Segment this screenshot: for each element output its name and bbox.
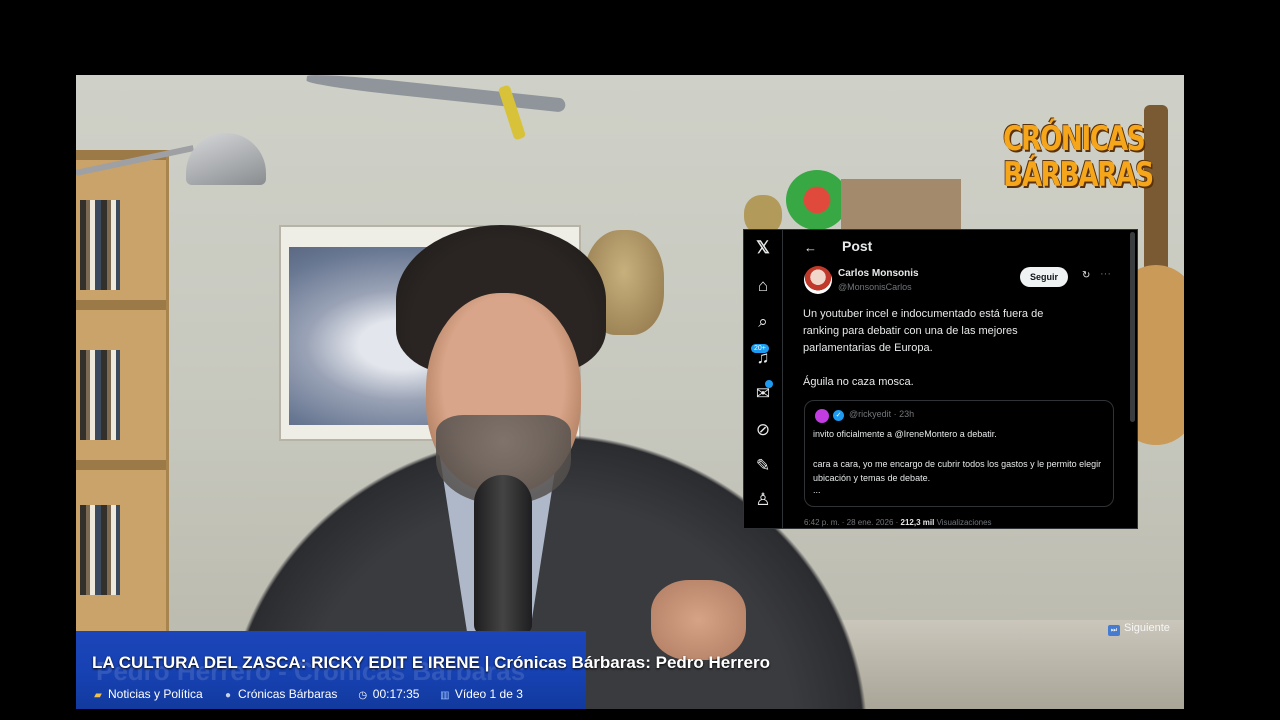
x-sidebar: 𝕏 ⌂ ⌕ 20+ ♫ ✉ ⊘ ✎ ♙: [744, 230, 783, 528]
category-label: Noticias y Política: [108, 687, 203, 701]
compose-icon: ✎: [755, 456, 771, 475]
x-post-overlay: 𝕏 ⌂ ⌕ 20+ ♫ ✉ ⊘ ✎ ♙ ← Post Carlos Monson…: [743, 229, 1138, 529]
stopwatch-icon: ◷: [358, 690, 368, 701]
logo-line-2: BÁRBARAS: [1003, 155, 1154, 195]
presenter-hand: [651, 580, 746, 660]
wall-sabre: [305, 75, 567, 113]
more-options-icon: ···: [1100, 268, 1111, 280]
post-text-second: Águila no caza mosca.: [803, 376, 914, 388]
books: [80, 505, 120, 595]
video-meta-row: ▰ Noticias y Política ● Crónicas Bárbaras …: [92, 687, 539, 701]
quoted-ellipsis: ...: [813, 485, 821, 495]
folder-icon: ▰: [94, 690, 102, 701]
back-arrow-icon: ←: [804, 240, 817, 255]
sabre-hilt: [497, 84, 527, 141]
notifications-icon: ♫: [756, 348, 770, 367]
user-icon: ●: [225, 690, 232, 701]
logo-line-1: CRÓNICAS: [1003, 119, 1146, 159]
channel-label: Crónicas Bárbaras: [238, 687, 338, 701]
quoted-meta: @rickyedit · 23h: [849, 409, 915, 419]
next-label: Siguiente: [1124, 622, 1170, 634]
shelf: [76, 460, 166, 470]
playlist-position: ▥ Vídeo 1 de 3: [439, 687, 523, 701]
books: [80, 200, 120, 290]
author-name: Carlos Monsonis: [838, 268, 919, 279]
playlist-position-label: Vídeo 1 de 3: [454, 687, 523, 701]
post-views-label: Visualizaciones: [936, 518, 992, 527]
video-title: LA CULTURA DEL ZASCA: RICKY EDIT E IRENE…: [92, 653, 770, 672]
desk-lamp: [186, 133, 266, 185]
channel: ● Crónicas Bárbaras: [222, 687, 337, 701]
refresh-icon: ↻: [1082, 270, 1091, 281]
post-scrollbar: [1130, 232, 1135, 422]
verified-icon: ✓: [833, 410, 844, 421]
author-avatar: [804, 266, 832, 294]
bookshelf: [76, 150, 169, 705]
category: ▰ Noticias y Política: [92, 687, 203, 701]
messages-badge-dot: [765, 380, 773, 388]
author-handle: @MonsonisCarlos: [838, 282, 912, 292]
follow-button: Seguir: [1020, 267, 1069, 287]
quoted-text-line2: cara a cara, yo me encargo de cubrir tod…: [813, 459, 1102, 483]
quoted-text-line1: invito oficialmente a @IreneMontero a de…: [813, 429, 997, 439]
home-icon: ⌂: [757, 276, 769, 295]
post-header-title: Post: [842, 238, 873, 254]
piranha-plant-figure: [786, 170, 848, 230]
duration-label: 00:17:35: [372, 687, 420, 701]
quoted-avatar: [815, 409, 829, 423]
duration: ◷ 00:17:35: [357, 687, 420, 701]
microphone: [474, 475, 532, 635]
post-footer: 6:42 p. m. · 28 ene. 2026 · 212,3 mil Vi…: [804, 518, 992, 527]
video-frame[interactable]: CRÓNICAS BÁRBARAS 𝕏 ⌂ ⌕ 20+ ♫ ✉ ⊘ ✎ ♙ ← …: [76, 75, 1184, 709]
quoted-post: ✓ @rickyedit · 23h invito oficialmente a…: [804, 400, 1114, 507]
books: [80, 350, 120, 440]
x-logo-icon: 𝕏: [756, 238, 770, 257]
next-video-button[interactable]: ⏭ Siguiente: [1108, 622, 1170, 636]
profile-icon: ♙: [755, 490, 771, 509]
post-timestamp: 6:42 p. m. · 28 ene. 2026 ·: [804, 518, 899, 527]
search-icon: ⌕: [758, 312, 768, 331]
next-track-icon: ⏭: [1108, 625, 1120, 636]
grok-icon: ⊘: [755, 420, 771, 439]
post-views-count: 212,3 mil: [900, 518, 935, 527]
shelf: [76, 300, 166, 310]
post-text: Un youtuber incel e indocumentado está f…: [803, 308, 1044, 354]
chart-icon: ▥: [440, 690, 450, 701]
channel-logo: CRÓNICAS BÁRBARAS: [1003, 119, 1154, 195]
